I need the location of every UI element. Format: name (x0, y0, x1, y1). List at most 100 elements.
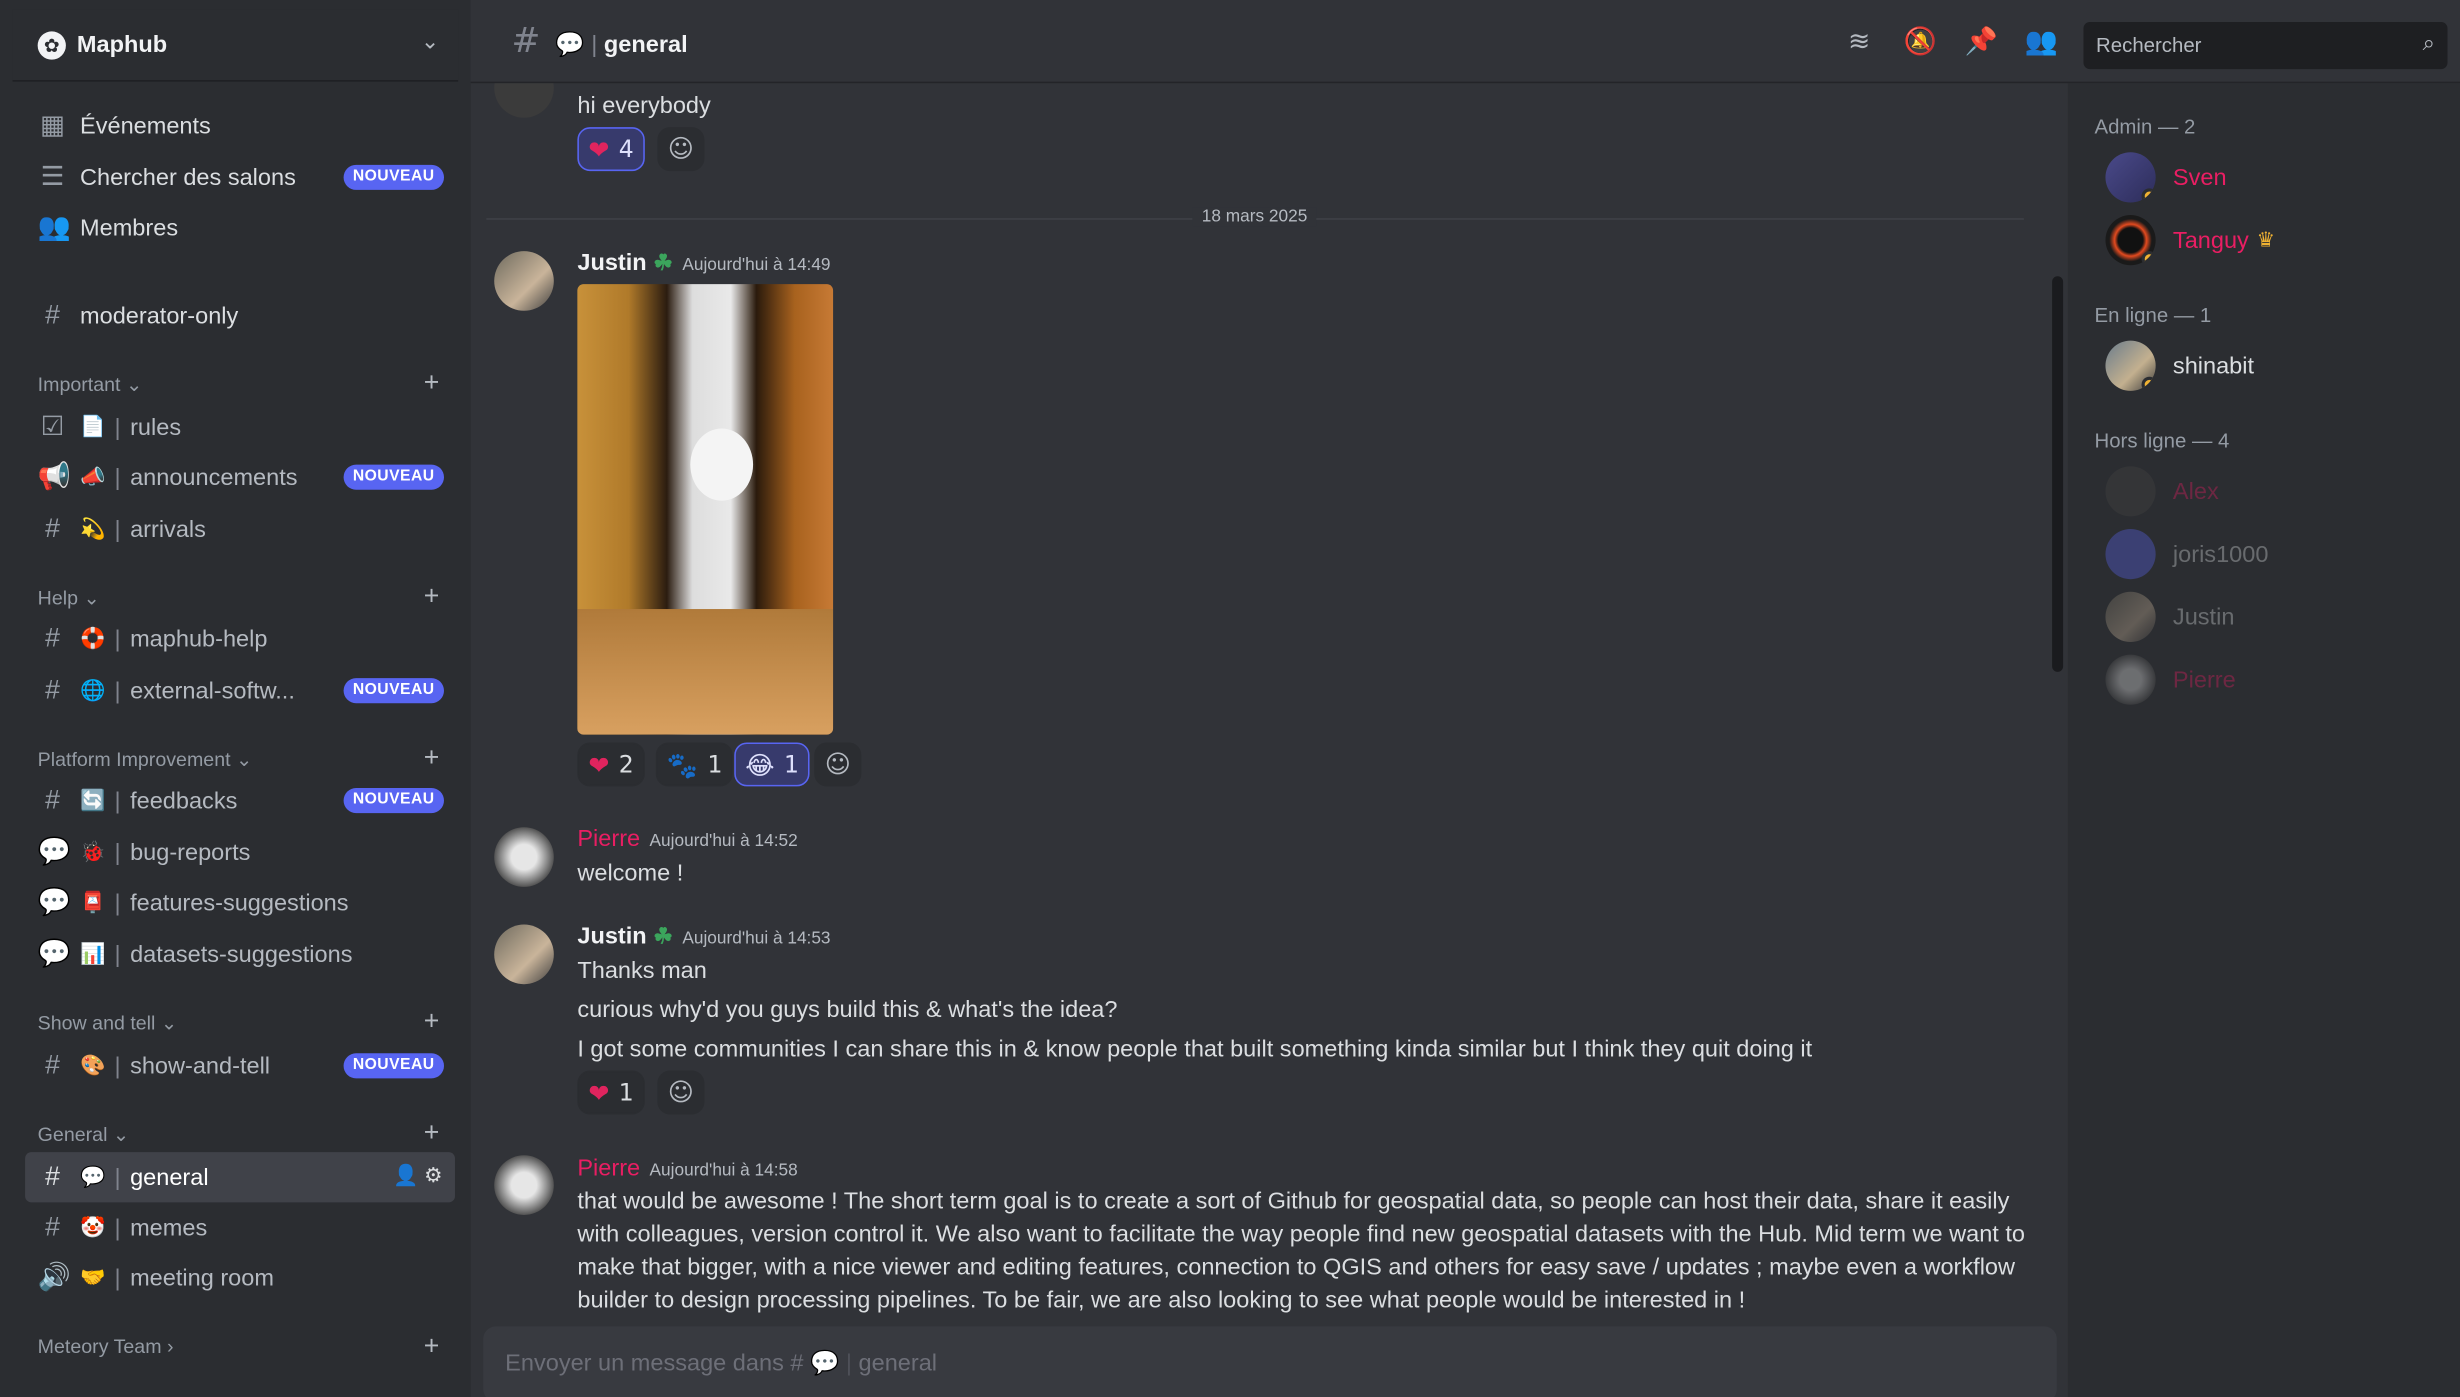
channel-bug-reports[interactable]: 💬 🐞 | bug-reports (25, 827, 455, 877)
member-item[interactable]: shinabit (2105, 339, 2450, 392)
channel-name: general (603, 31, 688, 59)
avatar[interactable] (494, 1155, 554, 1215)
channel-announcements[interactable]: 📢 📣 | announcements NOUVEAU (25, 452, 455, 502)
events-item[interactable]: ▦ Événements (25, 100, 455, 150)
members-item[interactable]: 👥 Membres (25, 202, 455, 252)
discord-avatar-icon (2105, 528, 2156, 580)
add-channel-icon[interactable]: + (424, 1006, 440, 1037)
avatar[interactable] (494, 83, 554, 118)
add-reaction-icon[interactable]: ☺ (657, 127, 705, 172)
speech-bubble-emoji-icon: 💬 (803, 1349, 846, 1377)
message-author[interactable]: Justin ☘ Aujourd'hui à 14:49 (577, 250, 830, 277)
invite-icon[interactable]: 👤 (393, 1163, 418, 1187)
reaction-heart[interactable]: ❤ 2 (577, 742, 645, 787)
message-author[interactable]: Pierre Aujourd'hui à 14:58 (577, 1155, 797, 1182)
message-author[interactable]: Justin ☘ Aujourd'hui à 14:53 (577, 923, 830, 950)
megaphone-icon: 📢 (37, 461, 71, 492)
reaction-heart[interactable]: ❤ 4 (577, 127, 645, 172)
category-show-and-tell[interactable]: Show and tell ⌄ + (38, 1006, 449, 1036)
channel-meeting-room[interactable]: 🔊 🤝 | meeting room (25, 1253, 455, 1303)
category-label: General (37, 1123, 108, 1146)
globe-emoji-icon: 🌐 (80, 678, 106, 702)
server-header[interactable]: ✿ Maphub ⌄ (12, 9, 459, 82)
channel-label: announcements (130, 463, 298, 491)
member-list-icon[interactable]: 👥 (2024, 27, 2059, 62)
pin-icon[interactable]: 📌 (1964, 27, 1999, 62)
category-label: Meteory Team (37, 1335, 162, 1358)
role-header: Hors ligne — 4 (2094, 428, 2230, 453)
category-platform-improvement[interactable]: Platform Improvement ⌄ + (38, 742, 449, 772)
avatar[interactable] (494, 827, 554, 887)
channel-show-and-tell[interactable]: # 🎨 | show-and-tell NOUVEAU (25, 1041, 455, 1091)
channel-label: arrivals (130, 515, 206, 543)
member-item[interactable]: Sven (2105, 151, 2450, 204)
category-important[interactable]: Important ⌄ + (38, 367, 449, 397)
channel-maphub-help[interactable]: # 🛟 | maphub-help (25, 614, 455, 664)
arrows-emoji-icon: 🔄 (80, 787, 106, 812)
member-name: shinabit (2172, 352, 2255, 380)
laugh-icon: 😂 (745, 749, 775, 780)
notifications-muted-icon[interactable]: 🔕 (1903, 27, 1938, 62)
add-channel-icon[interactable]: + (424, 581, 440, 612)
add-reaction-icon[interactable]: ☺ (657, 1070, 705, 1115)
channel-feedbacks[interactable]: # 🔄 | feedbacks NOUVEAU (25, 775, 455, 825)
channel-datasets-suggestions[interactable]: 💬 📊 | datasets-suggestions (25, 929, 455, 979)
channel-arrivals[interactable]: # 💫 | arrivals (25, 504, 455, 554)
message-text: make that bigger, with a nice viewer and… (577, 1254, 2016, 1281)
category-general[interactable]: General ⌄ + (37, 1118, 449, 1148)
add-channel-icon[interactable]: + (424, 367, 440, 398)
member-item[interactable]: joris1000 (2105, 527, 2450, 580)
hash-icon: # (45, 623, 60, 653)
channel-memes[interactable]: # 🤡 | memes (25, 1202, 455, 1252)
reaction-count: 1 (707, 750, 723, 779)
member-item[interactable]: Pierre (2105, 653, 2450, 706)
channel-general[interactable]: # 💬 | general 👤 ⚙ (25, 1152, 455, 1203)
member-name: joris1000 (2172, 540, 2269, 568)
message-text: I got some communities I can share this … (577, 1036, 1813, 1063)
channel-rules[interactable]: ☑ 📄 | rules (25, 402, 455, 452)
message-list: hi everybody ❤ 4 ☺ 18 mars 2025 Justin ☘ A… (471, 83, 2068, 1323)
app-window: ✿ Maphub ⌄ ▦ Événements ☰ Chercher des s… (0, 0, 2460, 1397)
member-item[interactable]: Alex (2105, 465, 2450, 518)
member-item[interactable]: Tanguy ♛ (2105, 213, 2450, 266)
category-help[interactable]: Help ⌄ + (38, 581, 449, 611)
mailbox-emoji-icon: 📮 (80, 890, 106, 914)
avatar (2105, 654, 2156, 705)
cat-image[interactable] (577, 284, 834, 735)
threads-icon[interactable]: ≋ (1842, 27, 1877, 62)
reaction-paw[interactable]: 🐾 1 (655, 742, 734, 787)
ring-emoji-icon: 💫 (80, 516, 106, 540)
speech-bubble-emoji-icon: 💬 (80, 1164, 106, 1189)
add-channel-icon[interactable]: + (424, 1118, 440, 1149)
category-meteory-team[interactable]: Meteory Team › + (37, 1331, 449, 1361)
message-input[interactable]: Envoyer un message dans # 💬 | general (483, 1326, 2057, 1397)
timestamp: Aujourd'hui à 14:49 (682, 255, 831, 275)
channel-header: # 💬 | general ≋ 🔕 📌 👥 Rechercher ⌕ (470, 0, 2460, 84)
reaction-count: 2 (618, 750, 634, 779)
handshake-emoji-icon: 🤝 (80, 1265, 106, 1289)
search-input[interactable]: Rechercher ⌕ (2083, 21, 2448, 70)
add-channel-icon[interactable]: + (424, 742, 440, 773)
message-author[interactable]: Pierre Aujourd'hui à 14:52 (577, 826, 797, 853)
member-item[interactable]: Justin (2105, 590, 2450, 643)
avatar[interactable] (494, 924, 554, 985)
lifebuoy-emoji-icon: 🛟 (80, 626, 106, 650)
scrollbar[interactable] (2052, 276, 2064, 672)
browse-channels-item[interactable]: ☰ Chercher des salons NOUVEAU (25, 152, 455, 202)
add-reaction-icon[interactable]: ☺ (814, 742, 862, 787)
reaction-heart[interactable]: ❤ 1 (577, 1070, 645, 1115)
avatar[interactable] (494, 251, 554, 311)
add-channel-icon[interactable]: + (424, 1331, 440, 1362)
gear-icon[interactable]: ⚙ (424, 1163, 442, 1187)
avatar (2105, 591, 2156, 643)
forum-icon: 💬 (37, 938, 71, 969)
message-text: with colleagues, version control it. We … (577, 1221, 2026, 1248)
channel-label: feedbacks (130, 787, 238, 814)
channel-external-software[interactable]: # 🌐 | external-softw... NOUVEAU (25, 666, 455, 716)
channel-moderator-only[interactable]: # moderator-only (25, 290, 455, 340)
reaction-laugh[interactable]: 😂 1 (734, 742, 810, 787)
browse-label: Chercher des salons (80, 164, 296, 191)
chevron-down-icon[interactable]: ⌄ (421, 30, 439, 55)
channel-features-suggestions[interactable]: 💬 📮 | features-suggestions (25, 877, 455, 927)
message-text: welcome ! (577, 860, 684, 887)
